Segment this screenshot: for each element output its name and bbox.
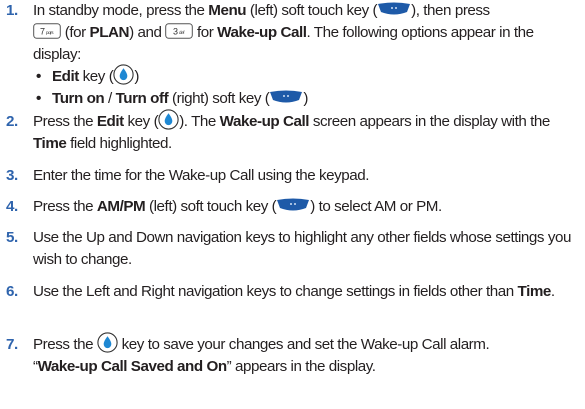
- plan-label: PLAN: [89, 24, 130, 41]
- step-number: 7.: [6, 336, 18, 353]
- edit-navkey-icon: [158, 109, 179, 131]
- step-6: 6. Use the Left and Right navigation key…: [0, 281, 585, 303]
- key-7-pqrs-icon: 7 pqrs: [33, 23, 61, 40]
- step-4: 4. Press the AM/PM (left) soft touch key…: [0, 196, 585, 218]
- step-5: 5. Use the Up and Down navigation keys t…: [0, 227, 585, 271]
- option-edit: • Edit key (): [0, 64, 585, 88]
- step-7: 7. Press the key to save your changes an…: [0, 332, 585, 378]
- left-softkey-icon: [378, 2, 411, 15]
- step-2: 2. Press the Edit key (). The Wake-up Ca…: [0, 109, 585, 155]
- left-softkey-icon: [277, 198, 310, 211]
- svg-text:3: 3: [173, 27, 178, 37]
- step-number: 3.: [6, 167, 18, 184]
- wakeup-call-label: Wake-up Call: [217, 24, 307, 41]
- step-number: 2.: [6, 113, 18, 130]
- step-number: 1.: [6, 2, 18, 19]
- svg-text:pqrs: pqrs: [46, 30, 54, 35]
- step-number: 6.: [6, 283, 18, 300]
- key-3-def-icon: 3 def: [165, 23, 194, 40]
- step-number: 4.: [6, 198, 18, 215]
- step-text: Press the AM/PM (left) soft touch key ()…: [33, 198, 442, 215]
- option-turn-on-off: • Turn on / Turn off (right) soft key (): [36, 90, 308, 107]
- step-text: In standby mode, press the Menu (left) s…: [33, 2, 534, 63]
- step-text: Press the Edit key (). The Wake-up Call …: [33, 109, 581, 155]
- svg-text:7: 7: [40, 27, 45, 37]
- right-softkey-icon: [270, 90, 303, 103]
- step-text: Enter the time for the Wake-up Call usin…: [33, 167, 370, 184]
- step-text: Use the Up and Down navigation keys to h…: [33, 229, 571, 268]
- step-1: 1. In standby mode, press the Menu (left…: [0, 0, 585, 66]
- edit-navkey-icon: [97, 332, 118, 354]
- edit-navkey-icon: [113, 64, 134, 86]
- step-number: 5.: [6, 229, 18, 246]
- step-text: Use the Left and Right navigation keys t…: [33, 283, 555, 300]
- step-text: Press the key to save your changes and s…: [33, 332, 581, 378]
- step-3: 3. Enter the time for the Wake-up Call u…: [0, 165, 585, 187]
- manual-page: 1. In standby mode, press the Menu (left…: [0, 0, 585, 409]
- menu-key-label: Menu: [208, 2, 247, 19]
